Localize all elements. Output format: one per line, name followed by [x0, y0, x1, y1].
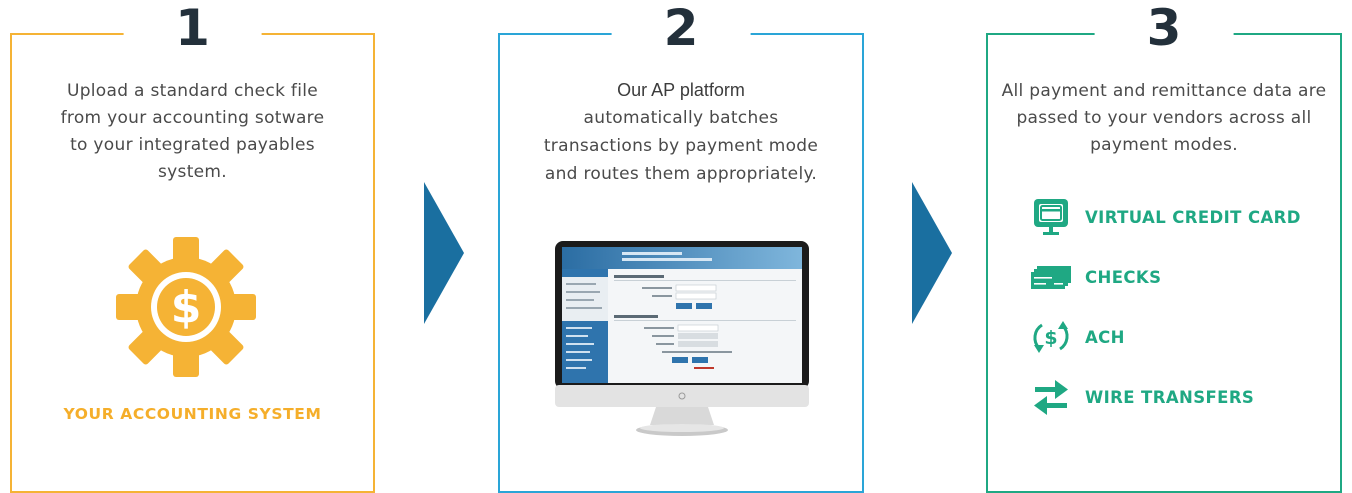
payment-mode-ach: $ ACH [1030, 317, 1125, 357]
arrow-right-icon [424, 182, 464, 328]
step-2-number: 2 [611, 0, 751, 59]
payment-mode-label: CHECKS [1085, 267, 1162, 287]
step-3-panel: 3 All payment and remittance data are pa… [986, 0, 1342, 493]
step-2-description-rest: automatically batches transactions by pa… [543, 108, 819, 184]
payment-mode-label: VIRTUAL CREDIT CARD [1085, 207, 1301, 227]
step-3-description: All payment and remittance data are pass… [1001, 81, 1327, 155]
ach-dollar-cycle-icon: $ [1030, 317, 1072, 357]
payment-mode-virtual-credit-card: VIRTUAL CREDIT CARD [1030, 197, 1301, 237]
wire-transfer-arrows-icon [1030, 377, 1072, 417]
step-2-description-lead: Our AP platform [617, 80, 745, 100]
accounting-system-label: YOUR ACCOUNTING SYSTEM [63, 405, 322, 423]
step-1-description: Upload a standard check file from your a… [60, 81, 325, 182]
gear-dollar-icon: $ [110, 231, 262, 383]
payment-mode-label: ACH [1085, 327, 1125, 347]
svg-text:$: $ [171, 282, 202, 333]
step-2-panel: 2 Our AP platform automatically batches … [498, 0, 864, 493]
step-1-panel: 1 Upload a standard check file from your… [10, 0, 375, 493]
checks-icon [1030, 257, 1072, 297]
payment-mode-label: WIRE TRANSFERS [1085, 387, 1255, 407]
step-1-number: 1 [123, 0, 262, 59]
step-2-description: Our AP platform automatically batches tr… [500, 77, 862, 188]
payment-mode-checks: CHECKS [1030, 257, 1161, 297]
arrow-right-icon [912, 182, 952, 328]
step-3-number: 3 [1094, 0, 1234, 59]
payment-mode-wire-transfers: WIRE TRANSFERS [1030, 377, 1254, 417]
svg-text:$: $ [1044, 327, 1057, 349]
monitor-icon [552, 239, 812, 439]
credit-card-monitor-icon [1030, 197, 1072, 237]
